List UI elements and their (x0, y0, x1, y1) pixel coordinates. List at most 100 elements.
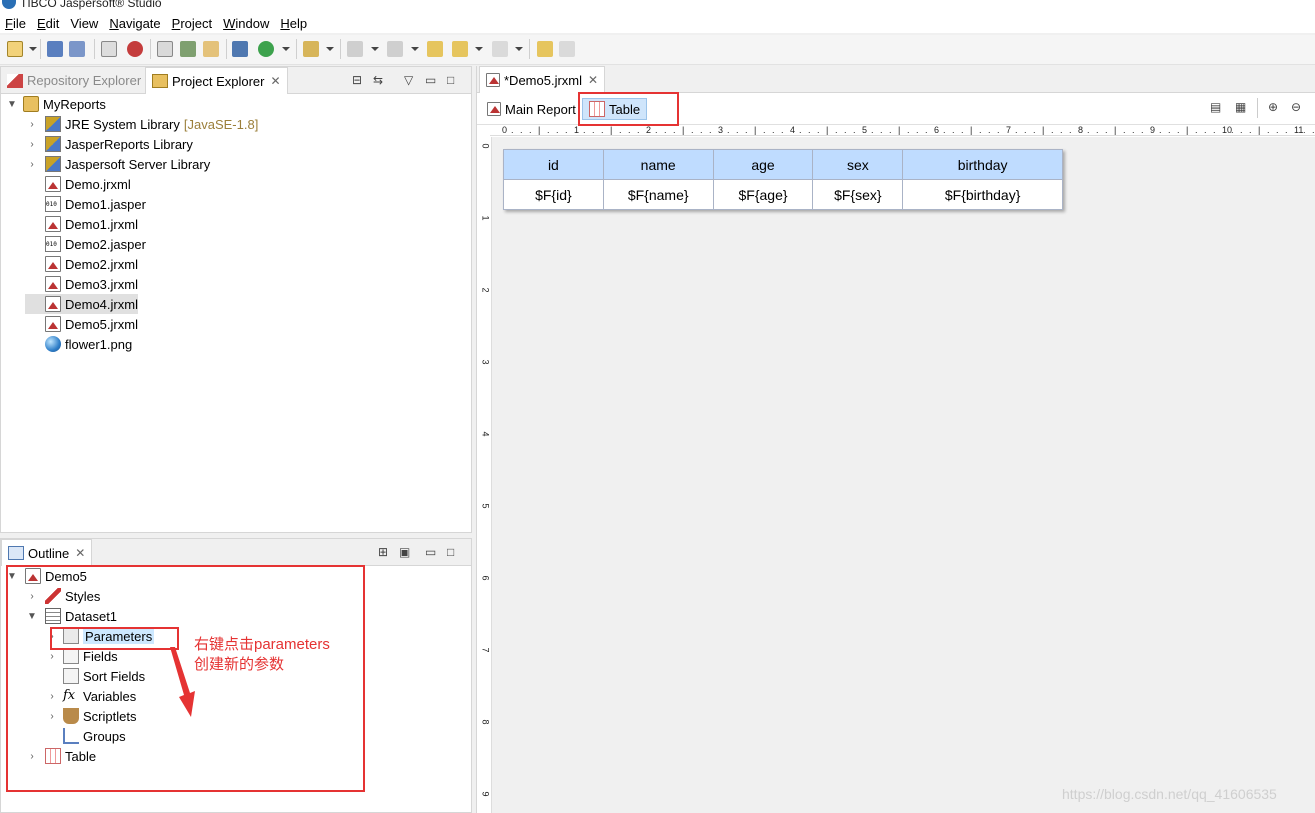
chevron-right-icon[interactable]: › (25, 139, 39, 150)
menu-edit[interactable]: Edit (32, 16, 65, 31)
close-icon[interactable]: ✕ (270, 74, 280, 88)
run-icon[interactable] (258, 41, 274, 57)
table-header-cell[interactable]: birthday (902, 149, 1063, 180)
ruler-tick: . (1033, 125, 1036, 135)
pin-icon[interactable] (303, 41, 319, 57)
table-cell[interactable]: $F{age} (712, 179, 814, 210)
explorer-item[interactable]: Demo2.jasper (25, 234, 146, 254)
tab-repository-explorer[interactable]: Repository Explorer (1, 67, 147, 94)
edit-report-icon[interactable] (203, 41, 219, 57)
save-icon[interactable] (47, 41, 63, 57)
ruler-tick: | (898, 125, 901, 135)
tree-root-myreports[interactable]: ▼ MyReports (5, 94, 106, 114)
maximize-icon[interactable]: □ (447, 545, 454, 559)
debug-icon[interactable] (127, 41, 143, 57)
report-canvas[interactable] (492, 137, 1315, 813)
ruler-tick: | (1186, 125, 1189, 135)
tab-project-explorer[interactable]: Project Explorer ✕ (145, 67, 288, 94)
ruler-tick: . (619, 125, 622, 135)
explorer-item[interactable]: Demo4.jrxml (25, 294, 138, 314)
menu-navigate[interactable]: Navigate (104, 16, 166, 31)
chevron-down-icon[interactable]: ▼ (5, 99, 19, 110)
back-icon[interactable] (452, 41, 468, 57)
table-cell[interactable]: $F{birthday} (902, 179, 1063, 210)
ruler-tick: | (682, 125, 685, 135)
tab-demo5-jrxml[interactable]: *Demo5.jrxml ✕ (479, 66, 606, 93)
forward-dropdown-icon[interactable] (515, 47, 523, 51)
menu-view[interactable]: View (65, 16, 104, 31)
run-dropdown-icon[interactable] (282, 47, 290, 51)
minimize-icon[interactable]: ▭ (425, 73, 436, 87)
ruler-tick: . (781, 125, 784, 135)
explorer-item[interactable]: Demo1.jrxml (25, 214, 138, 234)
undo-icon[interactable] (537, 41, 553, 57)
explorer-item[interactable]: Demo5.jrxml (25, 314, 138, 334)
previous-annotation-dropdown-icon[interactable] (411, 47, 419, 51)
new-dropdown-icon[interactable] (29, 47, 37, 51)
minimize-icon[interactable]: ▭ (425, 545, 436, 559)
link-editor-icon[interactable]: ⇆ (373, 73, 383, 87)
table-cell[interactable]: $F{id} (503, 179, 604, 210)
vertical-ruler: 0 1 2 3 4 5 6 7 8 9 (481, 137, 492, 813)
explorer-item[interactable]: Demo1.jasper (25, 194, 146, 214)
ruler-label: 6 (934, 125, 940, 135)
table-header-cell[interactable]: age (712, 149, 814, 180)
close-icon[interactable]: ✕ (75, 546, 85, 560)
previous-annotation-icon[interactable] (387, 41, 403, 57)
maximize-icon[interactable]: □ (447, 73, 454, 87)
ruler-tick: . (1276, 125, 1279, 135)
preview-icon[interactable]: ▣ (399, 545, 410, 559)
chevron-right-icon[interactable]: › (25, 159, 39, 170)
zoom-in-icon[interactable]: ⊕ (1268, 100, 1278, 114)
explorer-item[interactable]: Demo3.jrxml (25, 274, 138, 294)
ruler-tick: . (511, 125, 514, 135)
ruler-label: 4 (481, 431, 491, 437)
view-menu-icon[interactable]: ▽ (404, 73, 413, 87)
new-dataadapter-icon[interactable] (180, 41, 196, 57)
explorer-item[interactable]: › JRE System Library [JavaSE-1.8] (25, 114, 258, 134)
layout-icon[interactable]: ▤ (1210, 100, 1221, 114)
settings-icon[interactable]: ▦ (1235, 100, 1246, 114)
zoom-out-icon[interactable]: ⊖ (1291, 100, 1301, 114)
forward-icon[interactable] (492, 41, 508, 57)
report-table[interactable]: id name age sex birthday $F{id} $F{name}… (503, 149, 1063, 210)
new-icon[interactable] (7, 41, 23, 57)
title-bar: TIBCO Jaspersoft® Studio (0, 0, 1315, 13)
explorer-item[interactable]: › JasperReports Library (25, 134, 193, 154)
publish-icon[interactable] (232, 41, 248, 57)
pin-dropdown-icon[interactable] (326, 47, 334, 51)
close-icon[interactable]: ✕ (588, 73, 598, 87)
new-report-icon[interactable] (157, 41, 173, 57)
tree-icon[interactable]: ⊞ (378, 545, 388, 559)
chevron-right-icon[interactable]: › (25, 119, 39, 130)
menu-project[interactable]: Project (167, 16, 218, 31)
collapse-all-icon[interactable]: ⊟ (352, 73, 362, 87)
table-cell[interactable]: $F{sex} (812, 179, 904, 210)
ruler-tick: | (826, 125, 829, 135)
next-annotation-icon[interactable] (347, 41, 363, 57)
save-all-icon[interactable] (69, 41, 85, 57)
back-dropdown-icon[interactable] (475, 47, 483, 51)
explorer-item-label: flower1.png (65, 336, 133, 352)
ruler-tick: . (1213, 125, 1216, 135)
ruler-tick: . (1015, 125, 1018, 135)
compile-icon[interactable] (101, 41, 117, 57)
table-header-cell[interactable]: name (602, 149, 714, 180)
explorer-item[interactable]: Demo2.jrxml (25, 254, 138, 274)
menu-file[interactable]: File (0, 16, 32, 31)
menu-help[interactable]: Help (275, 16, 313, 31)
menu-window[interactable]: Window (218, 16, 275, 31)
table-header-cell[interactable]: sex (812, 149, 904, 180)
table-header-cell[interactable]: id (503, 149, 604, 180)
explorer-item[interactable]: › Jaspersoft Server Library (25, 154, 210, 174)
explorer-item[interactable]: Demo.jrxml (25, 174, 131, 194)
tab-main-report[interactable]: Main Report (481, 96, 582, 122)
last-edit-icon[interactable] (427, 41, 443, 57)
explorer-item[interactable]: flower1.png (25, 334, 132, 354)
ruler-tick: . (700, 125, 703, 135)
tab-outline[interactable]: Outline ✕ (1, 539, 93, 566)
table-cell[interactable]: $F{name} (602, 179, 714, 210)
ruler-tick: | (970, 125, 973, 135)
next-annotation-dropdown-icon[interactable] (371, 47, 379, 51)
redo-icon[interactable] (559, 41, 575, 57)
